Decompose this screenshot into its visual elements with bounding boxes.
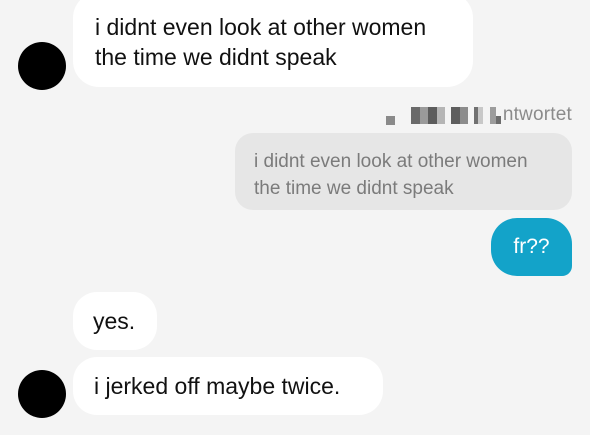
pixelated-name-block	[410, 106, 420, 124]
pixelated-name-block	[427, 106, 437, 124]
pixelated-name-block	[495, 115, 501, 124]
pixelated-name-block	[385, 115, 395, 125]
reply-header: ntwortet	[385, 103, 572, 127]
message-line: the time we didnt speak	[95, 44, 337, 70]
reply-label-text: ntwortet	[502, 104, 572, 125]
message-text: i jerked off maybe twice.	[94, 373, 341, 399]
quoted-line: i didnt even look at other women	[254, 151, 528, 172]
pixelated-name-block	[436, 106, 445, 124]
outgoing-message[interactable]: fr??	[491, 218, 572, 276]
message-line: i didnt even look at other women	[95, 14, 427, 40]
incoming-message[interactable]: yes.	[73, 292, 157, 350]
sender-avatar[interactable]	[18, 370, 66, 418]
pixelated-name-block	[459, 106, 468, 124]
incoming-message[interactable]: i jerked off maybe twice.	[73, 357, 383, 415]
quoted-line: the time we didnt speak	[254, 178, 454, 199]
pixelated-name-block	[419, 106, 428, 124]
quoted-message[interactable]: i didnt even look at other women the tim…	[235, 133, 572, 210]
sender-avatar[interactable]	[18, 42, 66, 90]
incoming-message[interactable]: i didnt even look at other women the tim…	[73, 0, 473, 87]
message-text: yes.	[93, 308, 136, 334]
pixelated-name-block	[482, 106, 490, 124]
pixelated-name-block	[450, 106, 460, 124]
